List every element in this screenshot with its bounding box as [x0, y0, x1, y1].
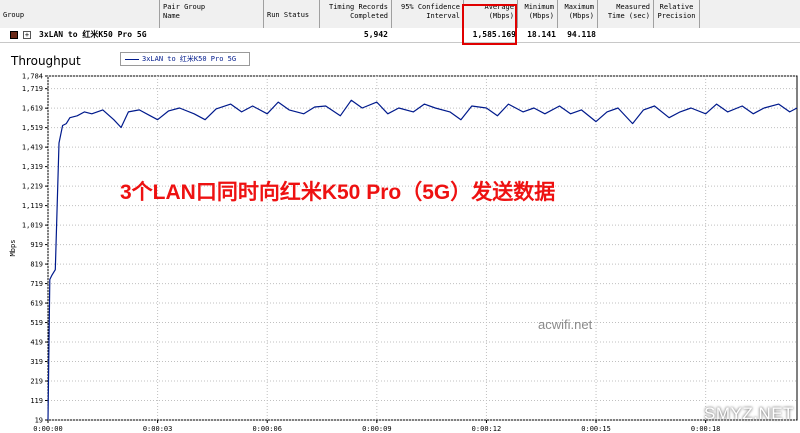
y-tick-label: 1,019	[22, 222, 43, 230]
y-tick-label: 319	[30, 358, 43, 366]
y-tick-label: 1,419	[22, 144, 43, 152]
y-tick-label: 1,619	[22, 105, 43, 113]
x-tick-label: 0:00:15	[581, 425, 611, 433]
y-tick-label: 1,784	[22, 73, 43, 81]
y-tick-label: 619	[30, 300, 43, 308]
y-axis-label: Mbps	[9, 240, 17, 257]
chart-legend: 3xLAN to 红米K50 Pro 5G	[120, 52, 250, 66]
y-tick-label: 19	[35, 417, 43, 425]
x-tick-label: 0:00:03	[143, 425, 173, 433]
site-watermark: SMYZ.NET	[704, 404, 794, 423]
x-tick-label: 0:00:18	[691, 425, 721, 433]
x-tick-label: 0:00:00	[33, 425, 63, 433]
y-tick-label: 1,119	[22, 202, 43, 210]
y-tick-label: 819	[30, 261, 43, 269]
watermark: acwifi.net	[538, 317, 593, 332]
overlay-caption: 3个LAN口同时向红米K50 Pro（5G）发送数据	[120, 181, 556, 204]
legend-line-icon	[125, 59, 139, 60]
y-tick-label: 1,319	[22, 163, 43, 171]
y-tick-label: 219	[30, 378, 43, 386]
y-tick-label: 519	[30, 319, 43, 327]
y-tick-label: 1,519	[22, 124, 43, 132]
x-tick-label: 0:00:12	[472, 425, 502, 433]
y-tick-label: 719	[30, 280, 43, 288]
x-tick-label: 0:00:06	[252, 425, 282, 433]
legend-label: 3xLAN to 红米K50 Pro 5G	[142, 55, 237, 63]
y-tick-label: 1,719	[22, 85, 43, 93]
x-tick-label: 0:00:09	[362, 425, 392, 433]
y-tick-label: 1,219	[22, 183, 43, 191]
y-tick-label: 419	[30, 339, 43, 347]
y-tick-label: 119	[30, 397, 43, 405]
y-tick-label: 919	[30, 241, 43, 249]
